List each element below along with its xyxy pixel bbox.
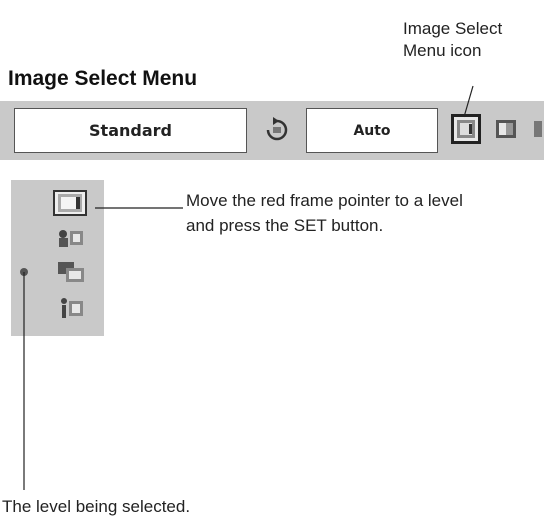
level-2-icon[interactable] <box>55 226 87 250</box>
image-select-icon[interactable] <box>451 114 481 144</box>
instruction-line-2: and press the SET button. <box>186 216 384 235</box>
instruction-text: Move the red frame pointer to a level an… <box>186 188 463 238</box>
auto-field[interactable]: Auto <box>306 108 438 153</box>
menu-toolbar: Standard Auto <box>0 101 544 160</box>
contrast-icon[interactable] <box>491 114 521 144</box>
caption-text: The level being selected. <box>2 497 191 516</box>
image-select-menu-icon-callout: Image Select Menu icon <box>403 18 543 62</box>
level-panel <box>11 180 104 336</box>
level-pointer <box>20 268 28 276</box>
level-3-icon[interactable] <box>55 260 87 284</box>
level-1-icon[interactable] <box>53 190 87 216</box>
callout-line-1: Image Select <box>403 19 503 38</box>
rotate-icon[interactable] <box>262 114 292 144</box>
level-4-icon[interactable] <box>55 296 87 320</box>
image-mode-field[interactable]: Standard <box>14 108 247 153</box>
callout-line-2: Menu icon <box>403 41 482 60</box>
next-icon[interactable] <box>531 114 544 144</box>
instruction-line-1: Move the red frame pointer to a level <box>186 191 463 210</box>
page-title: Image Select Menu <box>8 67 198 90</box>
